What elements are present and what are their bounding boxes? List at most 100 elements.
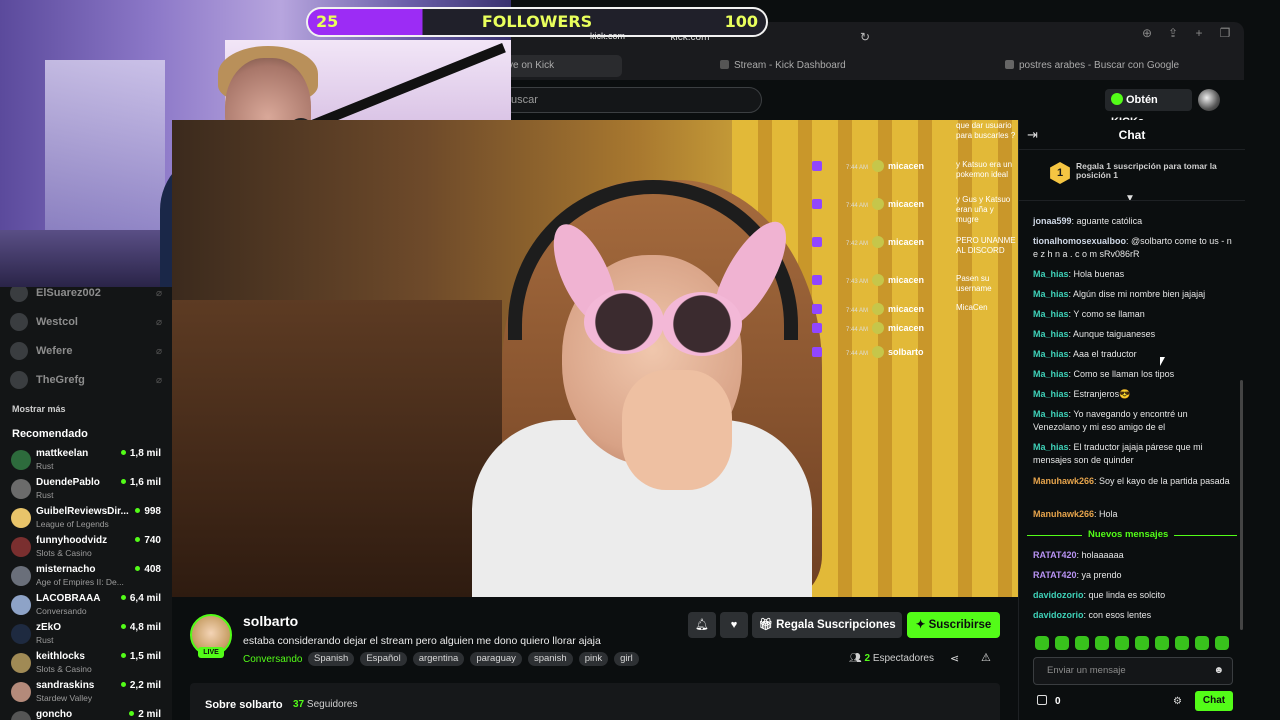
glasses-right: [662, 292, 742, 356]
recommended-item[interactable]: zEkO Rust 4,8 mil: [11, 622, 161, 650]
recommended-item[interactable]: sandraskins Stardew Valley 2,2 mil: [11, 680, 161, 708]
chat-username[interactable]: RATAT420: [1033, 550, 1077, 560]
recommended-item[interactable]: goncho 2 mil: [11, 709, 161, 720]
emote-icon[interactable]: [1215, 636, 1229, 650]
download-icon[interactable]: ⊕: [1140, 26, 1154, 40]
sidebar-item-thegrefg[interactable]: TheGrefg ⌀: [10, 370, 162, 390]
followers-count: 37 Seguidores: [293, 699, 358, 710]
stream-tag[interactable]: argentina: [412, 652, 465, 666]
tab-label: ve on Kick: [508, 60, 555, 71]
browser-toolbar: ⊕ ⇪ + ❐: [1140, 26, 1232, 40]
user-avatar[interactable]: [1198, 89, 1220, 111]
twitch-icon: [812, 275, 822, 285]
emote-icon[interactable]: [1095, 636, 1109, 650]
emote-icon[interactable]: [1075, 636, 1089, 650]
emoji-icon[interactable]: ☻: [1213, 658, 1224, 684]
chat-text: Aaa el traductor: [1073, 349, 1137, 359]
chat-username[interactable]: Ma_hias: [1033, 409, 1069, 419]
chat-username[interactable]: davidozorio: [1033, 610, 1084, 620]
overlay-domain: kick.com: [590, 31, 626, 41]
chat-username[interactable]: Manuhawk266: [1033, 509, 1094, 519]
chat-text: aguante católica: [1076, 216, 1143, 226]
chat-username[interactable]: Ma_hias: [1033, 369, 1069, 379]
gift-leaderboard[interactable]: 1 Regala 1 suscripción para tomar la pos…: [1049, 160, 1229, 190]
tab-kick-dashboard[interactable]: Stream - Kick Dashboard: [720, 55, 846, 77]
recommended-item[interactable]: LACOBRAAA Conversando 6,4 mil: [11, 593, 161, 621]
tab-strip: ve on Kick Stream - Kick Dashboard postr…: [500, 55, 1244, 77]
chat-username[interactable]: davidozorio: [1033, 590, 1084, 600]
recommended-item[interactable]: DuendePablo Rust 1,6 mil: [11, 477, 161, 505]
get-kicks-button[interactable]: Obtén KICKs: [1105, 89, 1192, 128]
share-icon[interactable]: ⋖: [950, 652, 959, 665]
tab-kick-live[interactable]: ve on Kick: [500, 55, 622, 77]
notification-bell-button[interactable]: 🔔︎: [688, 612, 716, 638]
chat-username[interactable]: Ma_hias: [1033, 349, 1069, 359]
rank-badge: 1: [1050, 162, 1070, 184]
emote-icon[interactable]: [1195, 636, 1209, 650]
stream-tag[interactable]: paraguay: [470, 652, 522, 666]
recommended-item[interactable]: mattkeelan Rust 1,8 mil: [11, 448, 161, 476]
chat-username[interactable]: tionalhomosexualboo: [1033, 236, 1126, 246]
chat-title: Chat: [1118, 128, 1146, 142]
emote-icon[interactable]: [1115, 636, 1129, 650]
stream-tag[interactable]: spanish: [527, 652, 573, 666]
tab-overview-icon[interactable]: ❐: [1218, 26, 1232, 40]
kick-favicon-icon: [720, 60, 729, 69]
search-input[interactable]: uscar: [500, 87, 762, 113]
chat-message: Ma_hias: Estranjeros😎: [1033, 388, 1233, 401]
glasses-left: [584, 290, 664, 354]
send-chat-button[interactable]: Chat: [1195, 691, 1233, 711]
sidebar-item-wefere[interactable]: Wefere ⌀: [10, 341, 162, 361]
show-more-link[interactable]: Mostrar más: [12, 404, 66, 414]
chat-username[interactable]: RATAT420: [1033, 570, 1077, 580]
stream-tag[interactable]: Español: [360, 652, 407, 666]
chat-username[interactable]: jonaa599: [1033, 216, 1072, 226]
stream-tags: Spanish Español argentina paraguay spanish pi…: [308, 652, 639, 666]
overlay-avatar: [872, 303, 885, 315]
channel-category: Slots & Casino: [36, 664, 92, 674]
stream-category[interactable]: Conversando: [243, 654, 302, 665]
chat-username[interactable]: Ma_hias: [1033, 269, 1069, 279]
recommended-item[interactable]: misternacho Age of Empires II: De... 408: [11, 564, 161, 592]
chat-scrollbar[interactable]: [1240, 380, 1243, 630]
recommended-item[interactable]: GuibelReviewsDir... League of Legends 998: [11, 506, 161, 534]
emote-icon[interactable]: [1175, 636, 1189, 650]
recommended-item[interactable]: funnyhoodvidz Slots & Casino 740: [11, 535, 161, 563]
chat-username[interactable]: Ma_hias: [1033, 309, 1069, 319]
report-icon[interactable]: ⚠: [981, 651, 991, 664]
chat-username[interactable]: Ma_hias: [1033, 289, 1069, 299]
emote-icon[interactable]: [1135, 636, 1149, 650]
chat-username[interactable]: Ma_hias: [1033, 329, 1069, 339]
chat-settings-gear-icon[interactable]: ⚙: [1173, 696, 1182, 707]
emote-icon[interactable]: [1155, 636, 1169, 650]
chat-username[interactable]: Ma_hias: [1033, 442, 1069, 452]
streamer-name[interactable]: solbarto: [243, 613, 298, 629]
new-tab-icon[interactable]: +: [1192, 26, 1206, 40]
offline-icon: ⌀: [155, 316, 162, 328]
chat-username[interactable]: Manuhawk266: [1033, 476, 1094, 486]
reload-icon[interactable]: ↻: [860, 30, 870, 44]
stream-tag[interactable]: girl: [614, 652, 639, 666]
share-icon[interactable]: ⇪: [1166, 26, 1180, 40]
sidebar-item-westcol[interactable]: Westcol ⌀: [10, 312, 162, 332]
avatar: [11, 711, 31, 720]
chat-input-placeholder: Enviar un mensaje: [1047, 665, 1126, 676]
avatar: [11, 450, 31, 470]
tab-google-search[interactable]: postres arabes - Buscar con Google: [1005, 55, 1179, 77]
channel-name: misternacho: [36, 564, 96, 575]
kicks-balance[interactable]: 0: [1037, 695, 1061, 707]
chat-message-input[interactable]: Enviar un mensaje ☻: [1033, 657, 1233, 685]
follow-heart-button[interactable]: ♥: [720, 612, 748, 638]
recommended-item[interactable]: keithlocks Slots & Casino 1,5 mil: [11, 651, 161, 679]
gift-icon: 🎁︎: [758, 619, 777, 631]
stream-tag[interactable]: pink: [578, 652, 609, 666]
subscribe-button[interactable]: ✦ Suscribirse: [907, 612, 1000, 638]
chat-text: Como se llaman los tipos: [1073, 369, 1175, 379]
stream-tag[interactable]: Spanish: [308, 652, 355, 666]
emote-icon[interactable]: [1055, 636, 1069, 650]
chat-username[interactable]: Ma_hias: [1033, 389, 1069, 399]
pinned-expand-icon[interactable]: ▼: [1125, 193, 1135, 204]
emote-icon[interactable]: [1035, 636, 1049, 650]
cam-window: [45, 60, 165, 240]
gift-subscriptions-button[interactable]: 🎁︎ Regala Suscripciones: [752, 612, 902, 638]
